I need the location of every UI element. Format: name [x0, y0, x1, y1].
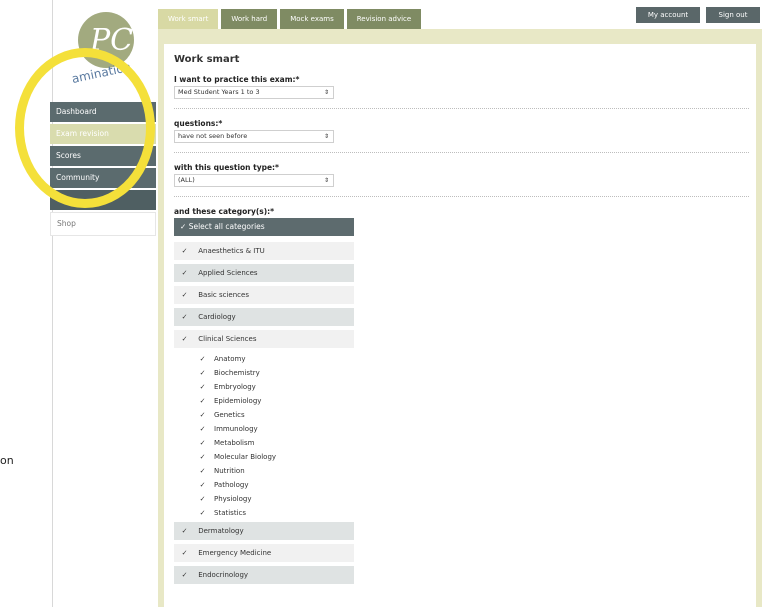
question-type-label: with this question type:* [174, 163, 279, 172]
tab-work-smart[interactable]: Work smart [158, 9, 219, 29]
list-item[interactable]: ✓ Dermatology [174, 522, 354, 540]
sub-label: Pathology [214, 481, 249, 489]
category-label: Endocrinology [198, 571, 249, 579]
list-item[interactable]: ✓ Clinical Sciences [174, 330, 354, 348]
sub-label: Genetics [214, 411, 245, 419]
checkbox-icon[interactable]: ✓ [198, 352, 207, 366]
main-tabs: Work smart Work hard Mock exams Revision… [158, 9, 424, 29]
sub-item[interactable]: ✓ Metabolism [174, 436, 354, 450]
list-item[interactable]: ✓ Cardiology [174, 308, 354, 326]
sub-label: Metabolism [214, 439, 255, 447]
checkbox-icon[interactable]: ✓ [180, 522, 189, 540]
sign-out-button[interactable]: Sign out [706, 7, 760, 23]
checkbox-icon[interactable]: ✓ [198, 380, 207, 394]
content-area: Work smart I want to practice this exam:… [164, 44, 756, 607]
checkbox-icon[interactable]: ✓ [180, 264, 189, 282]
list-item[interactable]: ✓ Applied Sciences [174, 264, 354, 282]
sub-item[interactable]: ✓ Anatomy [174, 352, 354, 366]
question-type-select-value: (ALL) [178, 176, 195, 184]
sub-label: Embryology [214, 383, 256, 391]
checkbox-icon[interactable]: ✓ [180, 544, 189, 562]
checkbox-icon[interactable]: ✓ [180, 566, 189, 584]
questions-label: questions:* [174, 119, 223, 128]
select-all-categories[interactable]: ✓ Select all categories [174, 218, 354, 236]
sub-item[interactable]: ✓ Pathology [174, 478, 354, 492]
checkbox-icon[interactable]: ✓ [198, 436, 207, 450]
category-label: Cardiology [198, 313, 236, 321]
sub-item[interactable]: ✓ Immunology [174, 422, 354, 436]
sub-label: Immunology [214, 425, 258, 433]
questions-select[interactable]: have not seen before ⇕ [174, 130, 334, 143]
list-item[interactable]: ✓ Endocrinology [174, 566, 354, 584]
checkbox-icon[interactable]: ✓ [198, 422, 207, 436]
sub-item[interactable]: ✓ Physiology [174, 492, 354, 506]
checkbox-icon[interactable]: ✓ [180, 330, 189, 348]
checkbox-icon[interactable]: ✓ [198, 492, 207, 506]
select-arrow-icon: ⇕ [323, 89, 329, 96]
questions-select-value: have not seen before [178, 132, 248, 140]
select-arrow-icon: ⇕ [323, 133, 329, 140]
tab-revision-advice[interactable]: Revision advice [346, 9, 422, 29]
question-type-select[interactable]: (ALL) ⇕ [174, 174, 334, 187]
sub-item[interactable]: ✓ Biochemistry [174, 366, 354, 380]
category-list: ✓ Select all categories ✓ Anaesthetics &… [174, 218, 354, 584]
sub-label: Biochemistry [214, 369, 260, 377]
stray-caption-fragment: on [0, 454, 14, 467]
checkbox-icon[interactable]: ✓ [198, 366, 207, 380]
checkbox-icon[interactable]: ✓ [198, 450, 207, 464]
exam-select-value: Med Student Years 1 to 3 [178, 88, 260, 96]
sub-item[interactable]: ✓ Embryology [174, 380, 354, 394]
highlight-annotation-ring [15, 48, 155, 208]
sub-label: Molecular Biology [214, 453, 277, 461]
divider [174, 152, 749, 153]
exam-question-label: I want to practice this exam:* [174, 75, 300, 84]
sub-label: Statistics [214, 509, 246, 517]
list-item[interactable]: ✓ Basic sciences [174, 286, 354, 304]
tab-work-hard[interactable]: Work hard [221, 9, 278, 29]
checkbox-icon[interactable]: ✓ [180, 242, 189, 260]
sub-item[interactable]: ✓ Statistics [174, 506, 354, 520]
sub-item[interactable]: ✓ Molecular Biology [174, 450, 354, 464]
page-title: Work smart [174, 54, 240, 65]
category-label: Emergency Medicine [198, 549, 272, 557]
sub-label: Epidemiology [214, 397, 262, 405]
sub-label: Anatomy [214, 355, 246, 363]
checkbox-icon[interactable]: ✓ [198, 464, 207, 478]
sub-item[interactable]: ✓ Epidemiology [174, 394, 354, 408]
checkbox-icon[interactable]: ✓ [198, 506, 207, 520]
checkbox-icon[interactable]: ✓ [198, 408, 207, 422]
exam-select[interactable]: Med Student Years 1 to 3 ⇕ [174, 86, 334, 99]
sub-label: Physiology [214, 495, 252, 503]
sidebar-item-shop[interactable]: Shop [50, 212, 156, 236]
checkbox-icon[interactable]: ✓ [180, 308, 189, 326]
sub-item[interactable]: ✓ Nutrition [174, 464, 354, 478]
category-label: Basic sciences [198, 291, 249, 299]
category-label: Applied Sciences [198, 269, 258, 277]
list-item[interactable]: ✓ Anaesthetics & ITU [174, 242, 354, 260]
tab-mock-exams[interactable]: Mock exams [280, 9, 344, 29]
checkbox-icon[interactable]: ✓ [198, 394, 207, 408]
sub-item[interactable]: ✓ Genetics [174, 408, 354, 422]
divider [174, 196, 749, 197]
checkbox-icon[interactable]: ✓ [198, 478, 207, 492]
checkbox-icon[interactable]: ✓ [180, 286, 189, 304]
categories-label: and these category(s):* [174, 207, 275, 216]
divider [174, 108, 749, 109]
checkbox-icon[interactable]: ✓ [180, 222, 186, 231]
my-account-button[interactable]: My account [636, 7, 700, 23]
select-arrow-icon: ⇕ [323, 177, 329, 184]
category-label: Dermatology [198, 527, 244, 535]
select-all-label: Select all categories [188, 222, 265, 231]
sub-category-list: ✓ Anatomy ✓ Biochemistry ✓ Embryology ✓ Epid… [174, 352, 354, 520]
category-label: Clinical Sciences [198, 335, 257, 343]
category-label: Anaesthetics & ITU [198, 247, 265, 255]
sub-label: Nutrition [214, 467, 245, 475]
list-item[interactable]: ✓ Emergency Medicine [174, 544, 354, 562]
